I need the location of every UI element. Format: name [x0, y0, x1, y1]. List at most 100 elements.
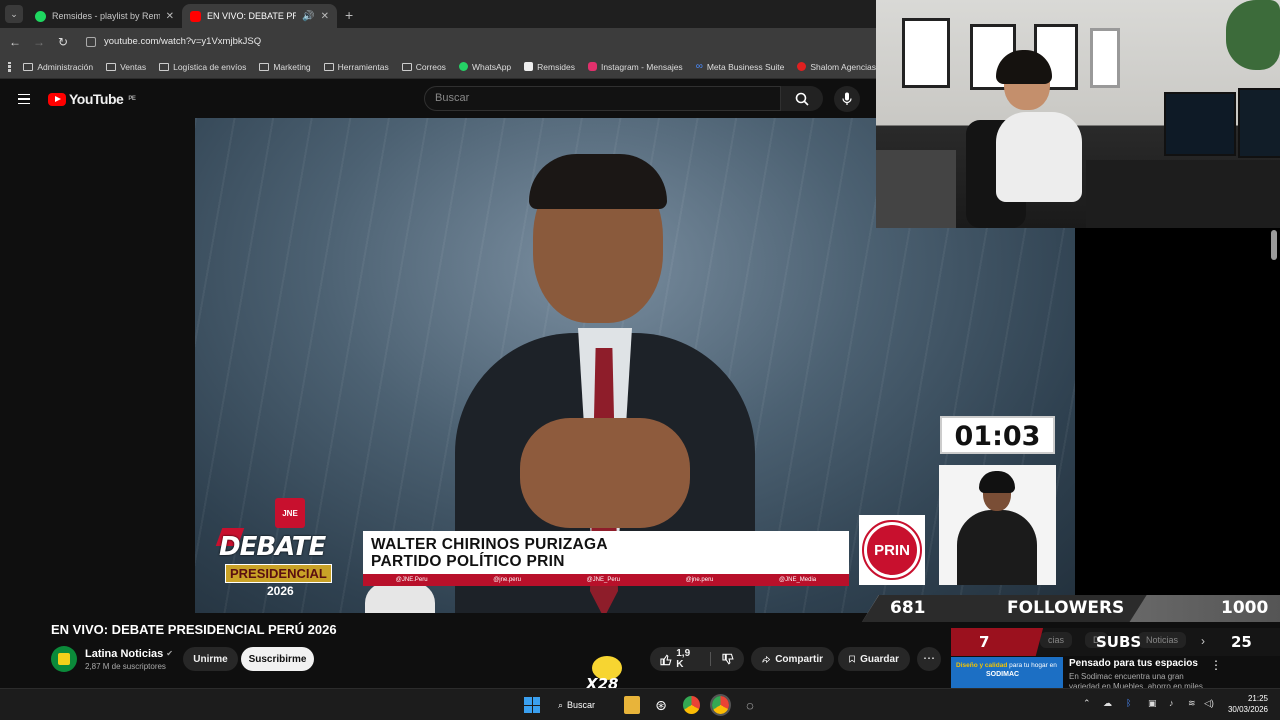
- like-button[interactable]: 1,9 K: [660, 648, 699, 670]
- ad-image-headline: Diseño y calidad: [956, 662, 1008, 669]
- bookmark-label: Correos: [415, 61, 446, 72]
- tab-search-chevron-icon[interactable]: ⌄: [5, 5, 23, 23]
- forward-arrow-icon[interactable]: →: [32, 35, 46, 49]
- search-input[interactable]: Buscar: [424, 86, 781, 111]
- search-icon: [795, 92, 809, 106]
- windows-logo-icon: [524, 697, 540, 713]
- bookmark-label: Shalom Agencias: [810, 61, 876, 72]
- join-button[interactable]: Unirme: [183, 647, 238, 671]
- ad-thumbnail[interactable]: Diseño y calidad para tu hogar en SODIMA…: [951, 657, 1063, 688]
- plant: [1226, 0, 1280, 70]
- ad-title[interactable]: Pensado para tus espacios: [1069, 658, 1198, 669]
- voice-search-button[interactable]: [834, 86, 860, 112]
- system-clock[interactable]: 21:25 30/03/2026: [1222, 693, 1268, 715]
- microphone-icon: [842, 92, 852, 105]
- bookmark-logistica[interactable]: Logística de envíos: [159, 62, 246, 72]
- save-label: Guardar: [860, 653, 899, 665]
- new-tab-plus-icon[interactable]: +: [337, 7, 361, 28]
- folder-icon: [323, 62, 334, 71]
- thumbs-down-icon[interactable]: [722, 653, 734, 666]
- tray-chevron-icon[interactable]: ⌃: [1083, 698, 1091, 709]
- tray-app-icon[interactable]: ▣: [1148, 698, 1157, 709]
- folder-icon: [159, 62, 170, 71]
- microphone-icon[interactable]: ♪: [1169, 698, 1174, 708]
- tab-remsides[interactable]: Remsides - playlist by RemSide ✕: [27, 4, 182, 28]
- tiktok-handle: @jne.peru: [685, 577, 714, 583]
- apps-grid-icon[interactable]: [8, 61, 11, 72]
- tab-close-icon[interactable]: ✕: [321, 11, 329, 22]
- chip-next-chevron-icon[interactable]: ›: [1201, 634, 1205, 648]
- bookmark-label: Herramientas: [337, 61, 389, 72]
- debate-year: 2026: [267, 584, 294, 598]
- tab-mute-icon[interactable]: 🔊: [302, 11, 314, 22]
- bookmark-label: Marketing: [273, 61, 311, 72]
- youtube-logo[interactable]: YouTube PE: [48, 91, 136, 107]
- wall-art-frame: [902, 18, 950, 88]
- speaker-nameplate: WALTER CHIRINOS PURIZAGA PARTIDO POLÍTIC…: [363, 531, 849, 575]
- windows-start-button[interactable]: [524, 696, 540, 714]
- file-explorer-icon[interactable]: [624, 696, 640, 714]
- tab-close-icon[interactable]: ✕: [166, 11, 174, 22]
- party-logo: PRIN: [859, 515, 925, 585]
- back-arrow-icon[interactable]: ←: [8, 35, 22, 49]
- bookmark-marketing[interactable]: Marketing: [259, 61, 311, 72]
- obs-icon[interactable]: ◌: [742, 696, 758, 714]
- bookmark-ventas[interactable]: Ventas: [106, 62, 146, 72]
- bookmarks-bar: Administración Ventas Logística de envío…: [0, 55, 876, 79]
- wifi-icon[interactable]: ≋: [1188, 698, 1196, 709]
- folder-icon: [259, 62, 270, 71]
- clock-date: 30/03/2026: [1227, 705, 1268, 714]
- ad-menu-icon[interactable]: ⋮: [1210, 658, 1222, 672]
- followers-current: 681: [890, 598, 926, 618]
- more-actions-icon[interactable]: ⋯: [917, 647, 941, 671]
- bookmark-remsides[interactable]: Remsides: [524, 62, 575, 72]
- monitor: [1164, 92, 1236, 156]
- scrollbar-thumb[interactable]: [1271, 230, 1277, 260]
- site-info-icon[interactable]: [86, 36, 96, 47]
- bookmark-administracion[interactable]: Administración: [23, 62, 93, 72]
- subscriber-count: 2,87 M de suscriptores: [85, 661, 166, 671]
- chatgpt-icon[interactable]: ⊛: [652, 696, 670, 714]
- speaker-name: WALTER CHIRINOS PURIZAGA: [371, 536, 608, 553]
- search-icon: ⌕: [558, 699, 564, 710]
- bookmark-instagram[interactable]: Instagram - Mensajes: [587, 62, 683, 72]
- volume-icon[interactable]: ◁): [1204, 698, 1214, 709]
- bookmark-correos[interactable]: Correos: [401, 61, 446, 72]
- tray-app-icon[interactable]: ☁: [1103, 698, 1112, 709]
- chrome-icon[interactable]: [683, 696, 700, 714]
- thumbs-up-icon: [660, 653, 672, 665]
- subscribe-button[interactable]: Suscribirme: [241, 647, 314, 671]
- url-field[interactable]: youtube.com/watch?v=y1VxmjbkJSQ: [80, 31, 868, 52]
- reload-icon[interactable]: ↻: [56, 35, 70, 49]
- bookmark-meta[interactable]: ∞ Meta Business Suite: [696, 61, 785, 72]
- tab-title: Remsides - playlist by RemSide: [52, 11, 160, 21]
- channel-name-row[interactable]: Latina Noticias ✔: [85, 648, 173, 660]
- facebook-handle: @JNE.Peru: [395, 577, 428, 583]
- x-handle: @JNE_Peru: [586, 577, 621, 583]
- save-button[interactable]: Guardar: [838, 647, 910, 671]
- presidencial-word: PRESIDENCIAL: [225, 564, 332, 583]
- ad-description: En Sodimac encuentra una gran variedad e…: [1069, 672, 1203, 688]
- bookmark-shalom[interactable]: Shalom Agencias: [797, 62, 876, 72]
- whatsapp-icon: [458, 62, 468, 71]
- subs-goal: 25: [1231, 633, 1252, 651]
- bookmark-label: WhatsApp: [471, 61, 512, 72]
- tab-youtube-debate[interactable]: EN VIVO: DEBATE PRESIDENCIAL 🔊 ✕: [182, 4, 337, 28]
- remsides-icon: [524, 62, 534, 71]
- instagram-icon: [587, 62, 597, 71]
- hamburger-menu-icon[interactable]: [18, 93, 30, 105]
- bluetooth-icon[interactable]: ᛒ: [1126, 698, 1131, 708]
- search-button[interactable]: [781, 86, 823, 111]
- social-handles-bar: @JNE.Peru @jne.peru @JNE_Peru @jne.peru …: [363, 574, 849, 586]
- bookmark-whatsapp[interactable]: WhatsApp: [458, 61, 512, 72]
- share-button[interactable]: Compartir: [751, 647, 834, 671]
- bookmark-herramientas[interactable]: Herramientas: [323, 61, 389, 72]
- channel-avatar[interactable]: [51, 646, 77, 672]
- chrome-active-icon[interactable]: [710, 694, 731, 716]
- channel-info: Latina Noticias ✔ 2,87 M de suscriptores: [51, 646, 173, 672]
- bookmark-label: Meta Business Suite: [706, 61, 785, 72]
- followers-goal-bar: 681 FOLLOWERS 1000: [862, 595, 1280, 622]
- bookmark-icon: [849, 655, 855, 663]
- shalom-icon: [797, 62, 807, 71]
- taskbar-search-button[interactable]: ⌕ Buscar: [558, 696, 595, 714]
